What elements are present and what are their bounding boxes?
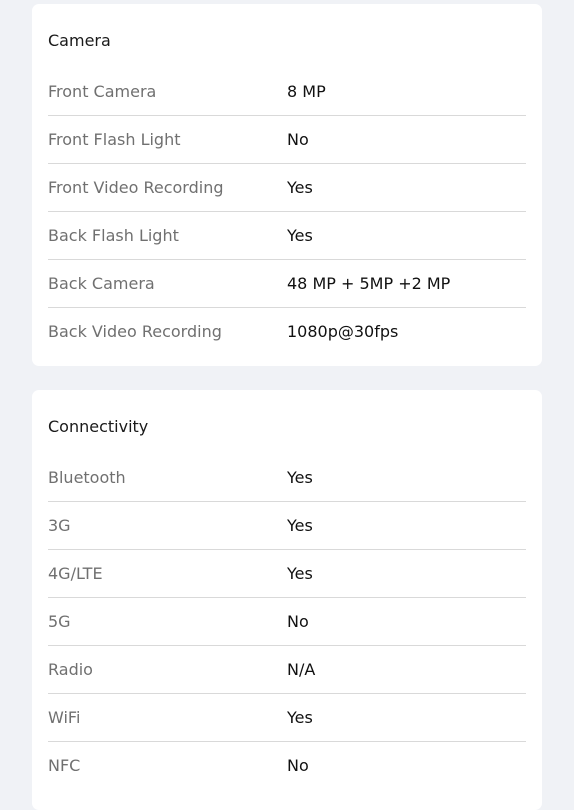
spec-value: No	[287, 130, 309, 149]
spec-label: Front Flash Light	[48, 130, 181, 149]
spec-value: No	[287, 756, 309, 775]
spec-row: 5G No	[48, 599, 526, 646]
spec-row: Back Flash Light Yes	[48, 213, 526, 260]
spec-value: Yes	[287, 516, 313, 535]
spec-row: WiFi Yes	[48, 695, 526, 742]
spec-list: Front Camera 8 MP Front Flash Light No Fro…	[48, 69, 526, 355]
spec-value: 1080p@30fps	[287, 322, 399, 341]
spec-value: 48 MP + 5MP +2 MP	[287, 274, 451, 293]
spec-label: 5G	[48, 612, 71, 631]
spec-row: Front Flash Light No	[48, 117, 526, 164]
spec-label: Front Video Recording	[48, 178, 224, 197]
spec-label: 4G/LTE	[48, 564, 103, 583]
spec-label: Radio	[48, 660, 93, 679]
spec-label: Back Video Recording	[48, 322, 222, 341]
spec-label: NFC	[48, 756, 81, 775]
spec-list: Bluetooth Yes 3G Yes 4G/LTE Yes 5G No Radio N…	[48, 455, 526, 789]
spec-value: No	[287, 612, 309, 631]
spec-label: Front Camera	[48, 82, 157, 101]
camera-spec-card: Camera Front Camera 8 MP Front Flash Ligh…	[32, 4, 542, 366]
spec-row: Back Camera 48 MP + 5MP +2 MP	[48, 261, 526, 308]
spec-row: 3G Yes	[48, 503, 526, 550]
spec-row: Back Video Recording 1080p@30fps	[48, 309, 526, 355]
spec-row: NFC No	[48, 743, 526, 789]
section-title: Camera	[48, 31, 111, 50]
spec-value: Yes	[287, 226, 313, 245]
section-title: Connectivity	[48, 417, 149, 436]
spec-value: 8 MP	[287, 82, 326, 101]
spec-value: Yes	[287, 468, 313, 487]
spec-value: N/A	[287, 660, 316, 679]
spec-value: Yes	[287, 708, 313, 727]
spec-value: Yes	[287, 564, 313, 583]
spec-value: Yes	[287, 178, 313, 197]
spec-label: Back Camera	[48, 274, 155, 293]
spec-row: Bluetooth Yes	[48, 455, 526, 502]
spec-row: Front Camera 8 MP	[48, 69, 526, 116]
spec-row: 4G/LTE Yes	[48, 551, 526, 598]
spec-label: 3G	[48, 516, 71, 535]
spec-label: Back Flash Light	[48, 226, 179, 245]
spec-label: WiFi	[48, 708, 81, 727]
spec-label: Bluetooth	[48, 468, 126, 487]
spec-row: Radio N/A	[48, 647, 526, 694]
connectivity-spec-card: Connectivity Bluetooth Yes 3G Yes 4G/LTE Ye…	[32, 390, 542, 810]
spec-row: Front Video Recording Yes	[48, 165, 526, 212]
